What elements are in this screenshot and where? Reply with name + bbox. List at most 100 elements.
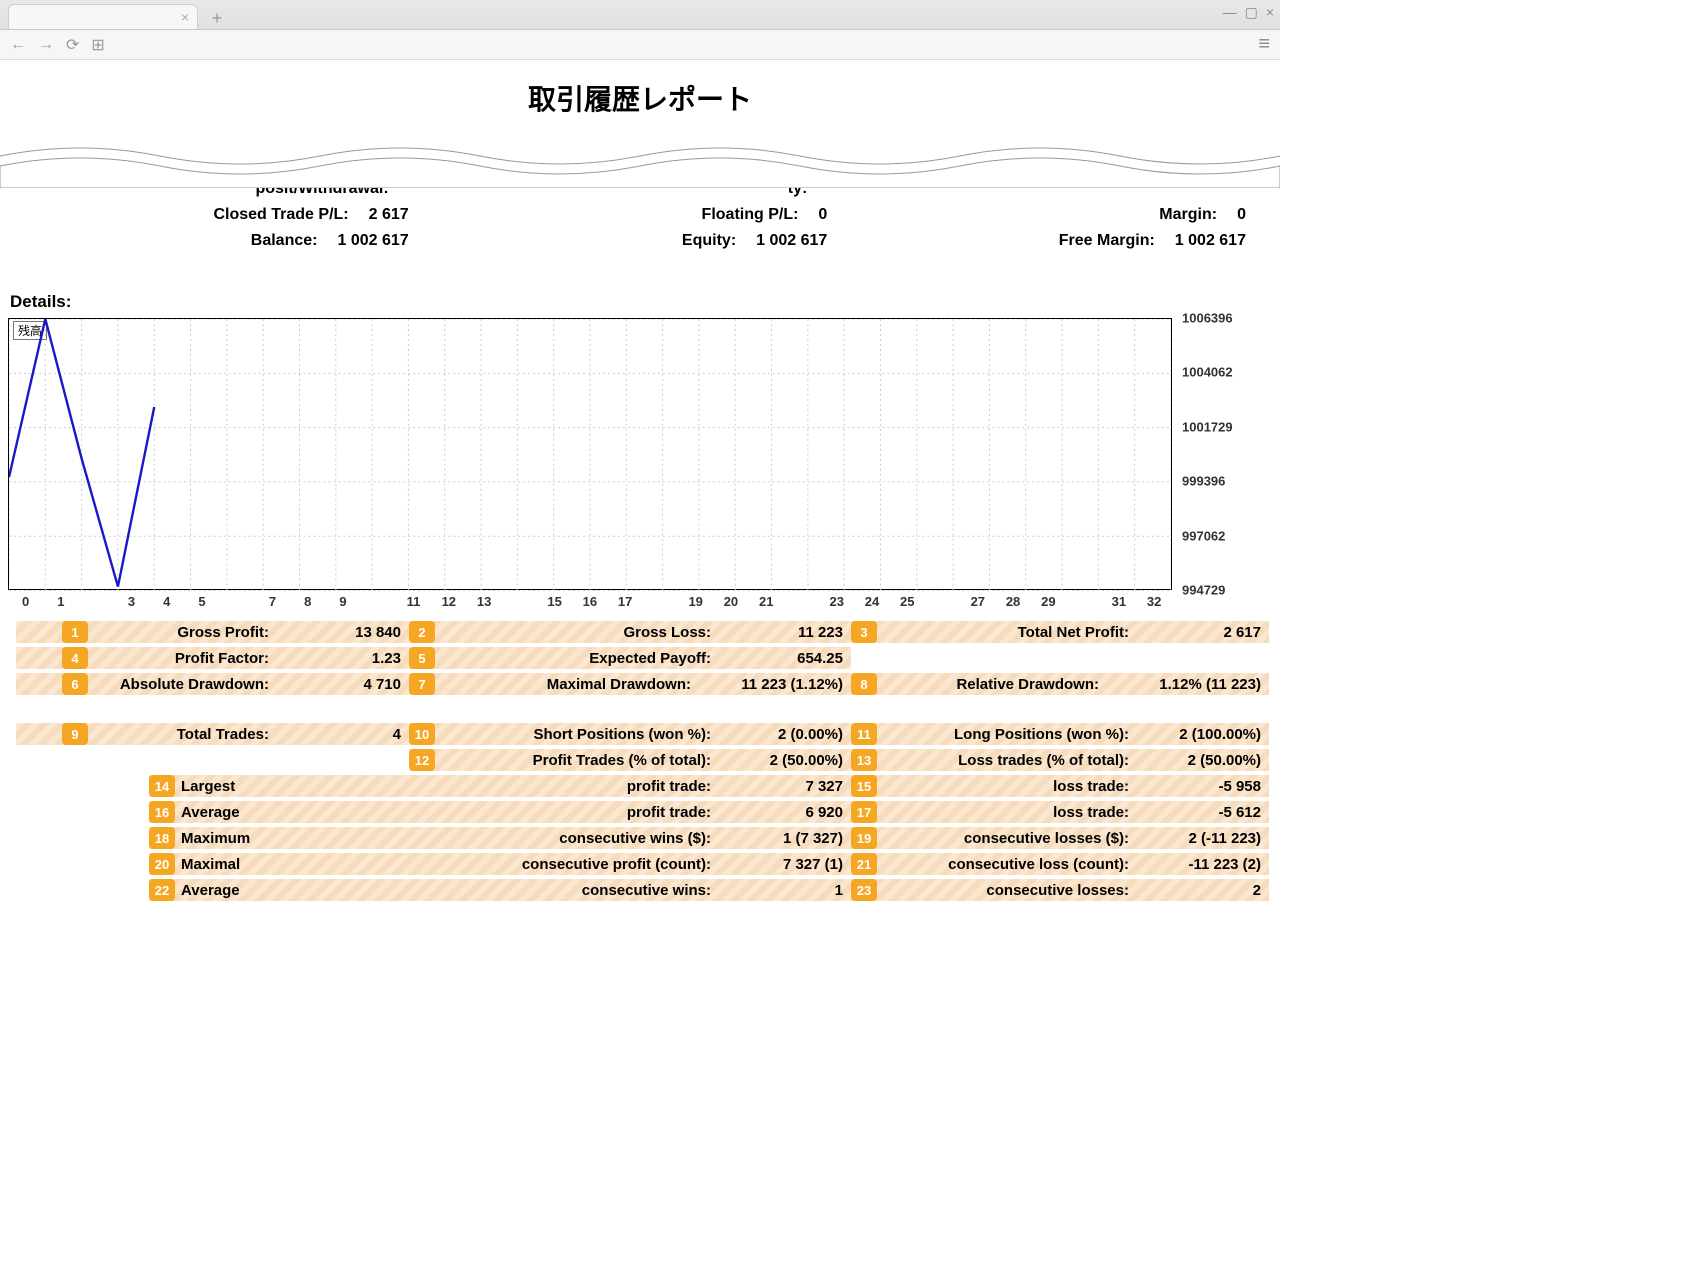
chart-x-tick <box>643 594 678 609</box>
detail-num: 1 <box>62 621 88 643</box>
detail-label: Absolute Drawdown: <box>94 676 279 693</box>
detail-value: 2 <box>1139 882 1269 899</box>
summary-label: Floating P/L: <box>453 206 799 224</box>
menu-icon[interactable]: ≡ <box>1258 33 1270 56</box>
chart-x-tick: 19 <box>678 594 713 609</box>
detail-value: 1 <box>721 882 851 899</box>
detail-value: -11 223 (2) <box>1139 856 1269 873</box>
details-grid: 1 Gross Profit:13 840 2 Gross Loss: 11 223 … <box>8 621 1272 901</box>
detail-label: Maximal Drawdown: <box>441 676 701 693</box>
chart-x-tick: 4 <box>149 594 184 609</box>
summary-grid: posit/Withdrawal: ty: Closed Trade P/L:2… <box>8 178 1272 252</box>
chart-x-tick: 21 <box>749 594 784 609</box>
detail-lead: Average <box>181 804 261 821</box>
chart-y-tick: 999396 <box>1182 474 1225 489</box>
detail-num: 16 <box>149 801 175 823</box>
chart-x-tick: 17 <box>608 594 643 609</box>
close-icon[interactable]: × <box>181 9 189 25</box>
detail-label: consecutive profit (count): <box>265 856 721 873</box>
detail-num: 4 <box>62 647 88 669</box>
back-icon[interactable]: ← <box>10 36 26 54</box>
detail-lead: Maximum <box>181 830 261 847</box>
detail-label: loss trade: <box>883 778 1139 795</box>
window-close-icon[interactable]: × <box>1266 4 1274 21</box>
summary-value: 2 617 <box>369 206 409 224</box>
chart-x-tick: 29 <box>1031 594 1066 609</box>
detail-label: Gross Loss: <box>441 624 721 641</box>
detail-label: profit trade: <box>265 804 721 821</box>
detail-label: Gross Profit: <box>94 624 279 641</box>
chart-x-tick <box>361 594 396 609</box>
detail-label: Relative Drawdown: <box>883 676 1109 693</box>
chart-x-tick: 15 <box>537 594 572 609</box>
detail-value: 13 840 <box>279 624 409 641</box>
chart-x-tick: 31 <box>1101 594 1136 609</box>
chart-y-tick: 997062 <box>1182 528 1225 543</box>
chart-x-tick: 24 <box>854 594 889 609</box>
new-tab-button[interactable]: + <box>204 9 230 29</box>
details-header: Details: <box>10 292 1272 312</box>
detail-value: 11 223 (1.12%) <box>701 676 851 693</box>
detail-label: Short Positions (won %): <box>441 726 721 743</box>
detail-num: 9 <box>62 723 88 745</box>
detail-label: Expected Payoff: <box>441 650 721 667</box>
detail-num: 12 <box>409 749 435 771</box>
chart-x-tick: 3 <box>114 594 149 609</box>
page-title: 取引履歴レポート <box>8 78 1272 118</box>
chart-y-tick: 1004062 <box>1182 365 1233 380</box>
forward-icon[interactable]: → <box>38 36 54 54</box>
summary-value: 1 002 617 <box>1175 232 1246 250</box>
detail-num: 21 <box>851 853 877 875</box>
detail-value: -5 612 <box>1139 804 1269 821</box>
chart-x-tick <box>925 594 960 609</box>
torn-divider <box>0 128 1280 188</box>
detail-num: 17 <box>851 801 877 823</box>
browser-tab-strip: × + — ▢ × <box>0 0 1280 30</box>
detail-num: 13 <box>851 749 877 771</box>
detail-lead: Average <box>181 882 261 899</box>
minimize-icon[interactable]: — <box>1223 4 1237 21</box>
apps-icon[interactable]: ⊞ <box>91 35 104 55</box>
chart-x-tick: 0 <box>8 594 43 609</box>
detail-num: 2 <box>409 621 435 643</box>
detail-label: Long Positions (won %): <box>883 726 1139 743</box>
browser-tab[interactable]: × <box>8 4 198 29</box>
detail-value: 654.25 <box>721 650 851 667</box>
summary-value: 0 <box>1237 206 1246 224</box>
detail-label: Total Net Profit: <box>883 624 1139 641</box>
detail-num: 18 <box>149 827 175 849</box>
detail-num: 7 <box>409 673 435 695</box>
chart-x-tick: 8 <box>290 594 325 609</box>
chart-x-tick: 5 <box>184 594 219 609</box>
detail-label: consecutive losses: <box>883 882 1139 899</box>
summary-label: Margin: <box>871 206 1217 224</box>
detail-num: 19 <box>851 827 877 849</box>
chart-x-tick <box>220 594 255 609</box>
summary-label: Equity: <box>453 232 736 250</box>
detail-label: Profit Trades (% of total): <box>441 752 721 769</box>
detail-num: 3 <box>851 621 877 643</box>
detail-value: 2 (50.00%) <box>721 752 851 769</box>
detail-value: 2 617 <box>1139 624 1269 641</box>
browser-toolbar: ← → ⟳ ⊞ ≡ <box>0 30 1280 60</box>
chart-x-axis: 0134578911121315161719202123242527282931… <box>8 590 1172 609</box>
chart-x-tick <box>79 594 114 609</box>
chart-y-tick: 1001729 <box>1182 419 1233 434</box>
detail-value: 1.12% (11 223) <box>1109 676 1269 693</box>
detail-value: 6 920 <box>721 804 851 821</box>
summary-value: 1 002 617 <box>756 232 827 250</box>
reload-icon[interactable]: ⟳ <box>66 35 79 55</box>
detail-value: 2 (0.00%) <box>721 726 851 743</box>
maximize-icon[interactable]: ▢ <box>1245 4 1258 21</box>
detail-label: consecutive losses ($): <box>883 830 1139 847</box>
chart-x-tick: 13 <box>466 594 501 609</box>
detail-lead: Largest <box>181 778 261 795</box>
detail-label: profit trade: <box>265 778 721 795</box>
detail-label: consecutive wins ($): <box>265 830 721 847</box>
detail-num: 10 <box>409 723 435 745</box>
detail-value: 2 (50.00%) <box>1139 752 1269 769</box>
chart-x-tick: 16 <box>572 594 607 609</box>
detail-num: 6 <box>62 673 88 695</box>
detail-num: 14 <box>149 775 175 797</box>
detail-value: 4 710 <box>279 676 409 693</box>
